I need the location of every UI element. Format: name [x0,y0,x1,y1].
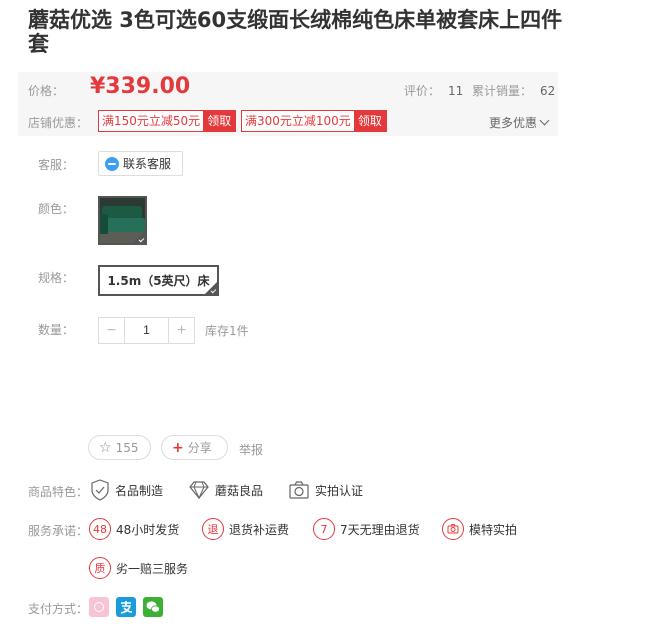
services-label: 服务承诺： [28,524,89,538]
spec-option-1-5m[interactable]: 1.5m（5英尺）床 [98,265,219,296]
swatch-sofa-arm [100,214,108,234]
quality-icon: 质 [89,557,111,579]
star-icon: ☆ [99,439,112,456]
color-label: 颜色： [38,202,75,216]
chat-bubble-icon [105,156,119,171]
spec-option-label: 1.5m（5英尺）床 [107,274,210,288]
feature-label: 蘑菇良品 [215,483,264,498]
feature-real-photo: 实拍认证 [288,479,363,501]
shipping-48-icon: 48 [89,518,111,540]
rating-info: 评价： 11 [404,82,463,99]
camera-icon [447,524,459,534]
sales-info: 累计销量： 62 [472,82,555,99]
chevron-down-icon [539,115,550,126]
color-swatch-green[interactable] [98,196,147,245]
feature-label: 名品制造 [115,483,164,498]
coupon-text: 满300元立减100元 [245,114,351,128]
rating-label: 评价： [404,84,441,98]
quantity-stepper: − 1 + [98,317,195,344]
quantity-label: 数量： [38,323,75,337]
favorite-button[interactable]: ☆ 155 [88,435,151,460]
more-promos-link[interactable]: 更多优惠 [488,114,550,131]
wechat-glyph [146,601,160,613]
coupon-2[interactable]: 满300元立减100元 领取 [241,110,387,132]
service-text: 48小时发货 [116,522,180,537]
decrease-button[interactable]: − [99,318,124,343]
return-icon: 退 [202,518,224,540]
service-text: 退货补运费 [229,522,290,537]
service-model-photo: 模特实拍 [442,518,517,540]
promo-label: 店铺优惠： [28,116,89,130]
increase-button[interactable]: + [169,318,194,343]
service-fake-compensation: 质 劣一赔三服务 [89,557,188,579]
contact-service-button[interactable]: 联系客服 [98,151,183,176]
feature-brand: 名品制造 [90,479,163,501]
camera-icon [289,481,309,499]
service-text: 7天无理由退货 [340,522,420,537]
service-label: 客服： [38,158,75,172]
price-label: 价格： [28,84,65,98]
price-panel: 价格： ¥339.00 评价： 11 累计销量： 62 店铺优惠： 满150元立减5… [18,72,558,136]
coupon-text: 满150元立减50元 [102,114,201,128]
feature-label: 实拍认证 [315,483,364,498]
service-48h-shipping: 48 48小时发货 [89,518,179,540]
price-value: ¥339.00 [90,74,191,99]
claim-coupon-button[interactable]: 领取 [353,111,386,131]
mogu-pay-glyph [94,602,104,612]
more-promos-label: 更多优惠 [488,116,537,130]
seven-day-icon: 7 [313,518,335,540]
diamond-icon [189,481,209,500]
mogu-pay-icon [89,597,109,617]
features-label: 商品特色： [28,485,89,499]
contact-service-label: 联系客服 [123,157,172,171]
wechat-pay-icon [143,597,163,617]
alipay-glyph [120,601,133,614]
stock-text: 库存1件 [205,324,249,338]
payment-label: 支付方式： [28,602,89,616]
alipay-icon [116,597,136,617]
plus-icon: + [172,439,184,456]
favorite-count: 155 [115,440,139,455]
sales-value: 62 [540,84,556,98]
coupon-1[interactable]: 满150元立减50元 领取 [98,110,237,132]
report-link[interactable]: 举报 [239,441,263,458]
sales-label: 累计销量： [472,84,533,98]
claim-coupon-button[interactable]: 领取 [203,111,236,131]
service-text: 模特实拍 [469,522,518,537]
service-return-shipping: 退 退货补运费 [202,518,289,540]
service-7day-return: 7 7天无理由退货 [313,518,420,540]
share-label: 分享 [187,441,212,455]
camera-circle-icon [442,518,464,540]
rating-value: 11 [448,84,464,98]
product-title: 蘑菇优选 3色可选60支缎面长绒棉纯色床单被套床上四件套 [28,8,563,56]
feature-quality: 蘑菇良品 [188,479,263,501]
shield-check-icon [91,479,109,501]
spec-label: 规格： [38,271,75,285]
share-button[interactable]: + 分享 [161,435,228,460]
quantity-input[interactable]: 1 [124,318,169,343]
service-text: 劣一赔三服务 [116,561,189,576]
